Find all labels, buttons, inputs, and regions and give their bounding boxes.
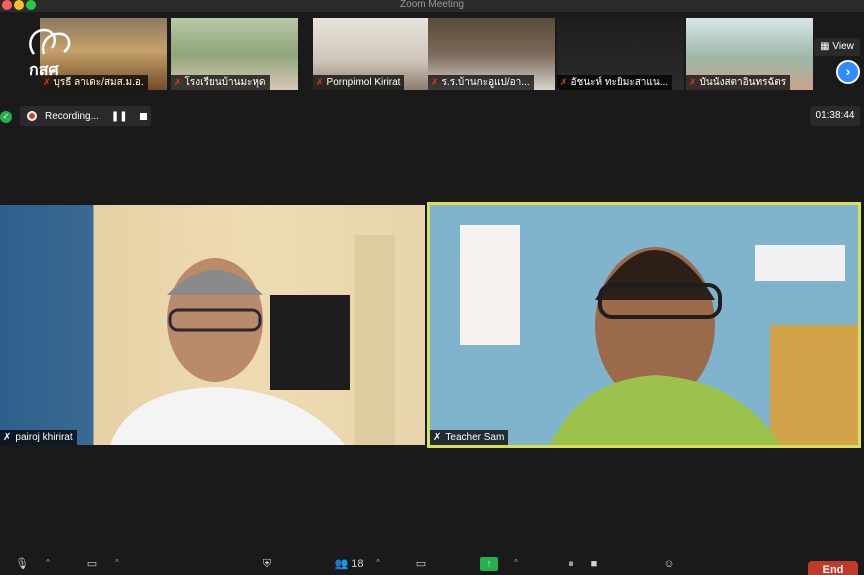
recording-label: Recording...	[45, 110, 99, 122]
pause-record-button[interactable]: ⏸	[562, 557, 580, 571]
video-camera-icon: ▭	[86, 558, 98, 570]
window-title: Zoom Meeting	[400, 0, 464, 10]
participant-name-tag: ✗ อัชนะห์ ทะยิมะสาแน...	[557, 75, 673, 90]
participant-name: Pornpimol Kirirat	[326, 77, 401, 88]
participant-thumb[interactable]: ✗ ร.ร.บ้านกะอูแป/อา...	[428, 18, 555, 90]
speaker-name: pairoj khirirat	[15, 432, 73, 443]
recording-indicator: Recording... ❚❚	[20, 106, 151, 126]
participant-name-tag: ✗ โรงเรียนบ้านมะหุด	[171, 75, 270, 90]
meeting-timer: 01:38:44	[810, 106, 860, 126]
speaker-video-right[interactable]: ✗ Teacher Sam	[427, 202, 861, 448]
speaker-right-illustration	[430, 205, 858, 445]
view-button[interactable]: ▦ View	[814, 38, 860, 56]
muted-mic-icon: ✗	[431, 77, 439, 87]
participant-gallery: ✗ บุรธี ลาเดะ/สมส.ม.อ. ✗ โรงเรียนบ้านมะหุด…	[0, 18, 864, 90]
next-page-button[interactable]: ›	[836, 60, 860, 84]
organization-logo: กสศ	[24, 24, 74, 86]
participant-name-tag: ✗ ร.ร.บ้านกะอูแป/อา...	[428, 75, 534, 90]
pause-recording-button[interactable]: ❚❚	[111, 111, 128, 122]
muted-mic-icon: ✗	[316, 77, 324, 87]
muted-mic-icon: ✗	[433, 432, 442, 443]
muted-mic-icon: 🎙	[15, 558, 29, 570]
meeting-toolbar: 🎙 ^ ▭ ^ ⛨ 👥 18 ^ ▭ ↑ ^ ⏸ ■ ☺	[0, 550, 864, 575]
participant-name-tag: ✗ Pornpimol Kirirat	[313, 75, 405, 90]
end-meeting-button[interactable]: End	[808, 561, 858, 575]
participants-icon: 👥	[334, 558, 349, 570]
shield-icon: ⛨	[262, 558, 272, 570]
chat-button[interactable]: ▭	[412, 557, 430, 571]
participant-thumb[interactable]: ✗ โรงเรียนบ้านมะหุด	[171, 18, 298, 90]
muted-mic-icon: ✗	[3, 432, 12, 443]
stop-icon: ■	[590, 558, 598, 570]
logo-text: กสศ	[29, 62, 59, 79]
share-options-caret[interactable]: ^	[512, 559, 520, 567]
muted-mic-icon: ✗	[174, 77, 182, 87]
stop-recording-button[interactable]	[139, 112, 147, 120]
participant-name: อัชนะห์ ทะยิมะสาแน...	[570, 77, 669, 88]
stop-record-button[interactable]: ■	[585, 557, 603, 571]
stop-video-button[interactable]: ▭	[83, 557, 101, 571]
participants-options-caret[interactable]: ^	[374, 559, 382, 567]
participant-thumb[interactable]: ✗ Pornpimol Kirirat	[313, 18, 440, 90]
pause-icon: ⏸	[568, 558, 574, 570]
speaker-name-tag: ✗ Teacher Sam	[430, 430, 509, 445]
participant-name: โรงเรียนบ้านมะหุด	[184, 77, 266, 88]
participant-thumb[interactable]: ✗ อัชนะห์ ทะยิมะสาแน...	[557, 18, 684, 90]
view-label: View	[832, 41, 854, 52]
security-shield-icon[interactable]: ✓	[0, 111, 12, 123]
speaker-left-illustration	[110, 235, 395, 445]
recording-dot-icon	[27, 111, 37, 121]
audio-options-caret[interactable]: ^	[44, 559, 52, 567]
reactions-button[interactable]: ☺	[660, 557, 678, 571]
muted-mic-icon: ✗	[560, 77, 568, 87]
share-screen-button[interactable]: ↑	[480, 557, 498, 571]
speaker-name-tag: ✗ pairoj khirirat	[0, 430, 77, 445]
mute-mic-button[interactable]: 🎙	[13, 557, 31, 571]
participants-button[interactable]: 👥 18	[333, 557, 365, 571]
emoji-icon: ☺	[663, 558, 675, 570]
video-options-caret[interactable]: ^	[113, 559, 121, 567]
participant-name: บันนังสตาอินทรฉัตร	[699, 77, 787, 88]
participant-thumb[interactable]: ✗ บันนังสตาอินทรฉัตร	[686, 18, 813, 90]
speaker-name: Teacher Sam	[445, 432, 505, 443]
share-arrow-icon: ↑	[486, 558, 492, 570]
participants-count: 18	[351, 558, 364, 570]
participant-name-tag: ✗ บันนังสตาอินทรฉัตร	[686, 75, 791, 90]
chat-bubble-icon: ▭	[415, 558, 427, 570]
security-button[interactable]: ⛨	[258, 557, 276, 571]
title-bar: Zoom Meeting	[0, 0, 864, 12]
participant-name: ร.ร.บ้านกะอูแป/อา...	[441, 77, 530, 88]
grid-view-icon: ▦	[820, 41, 830, 52]
muted-mic-icon: ✗	[689, 77, 697, 87]
speaker-video-left[interactable]: ✗ pairoj khirirat	[0, 205, 425, 445]
